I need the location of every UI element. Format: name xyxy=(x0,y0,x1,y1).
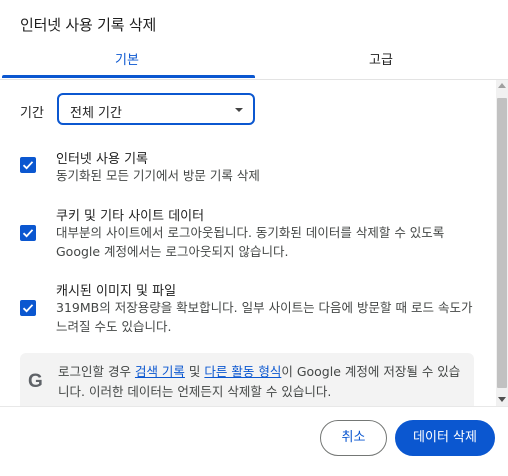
other-activity-link[interactable]: 다른 활동 형식 xyxy=(204,364,281,379)
option-description: 대부분의 사이트에서 로그아웃됩니다. 동기화된 데이터를 삭제할 수 있도록 … xyxy=(56,225,445,259)
option-title: 쿠키 및 기타 사이트 데이터 xyxy=(56,209,205,224)
option-cookies: 쿠키 및 기타 사이트 데이터 대부분의 사이트에서 로그아웃됩니다. 동기화된… xyxy=(20,205,490,265)
checkmark-icon xyxy=(22,229,34,238)
option-title: 인터넷 사용 기록 xyxy=(56,152,148,167)
tab-advanced[interactable]: 고급 xyxy=(254,44,508,79)
google-icon: G xyxy=(28,371,43,392)
time-range-value: 전체 기간 xyxy=(70,106,122,121)
time-range-label: 기간 xyxy=(20,106,44,121)
scrollbar-thumb[interactable] xyxy=(497,98,507,388)
cache-checkbox[interactable] xyxy=(20,300,36,316)
search-history-link[interactable]: 검색 기록 xyxy=(135,364,185,379)
tab-basic[interactable]: 기본 xyxy=(0,44,254,79)
clear-data-button[interactable]: 데이터 삭제 xyxy=(395,420,495,456)
option-title: 캐시된 이미지 및 파일 xyxy=(56,284,177,299)
tab-selected-indicator xyxy=(2,75,255,78)
tab-bar: 기본 고급 xyxy=(0,44,508,80)
checkmark-icon xyxy=(22,304,34,313)
cookies-checkbox[interactable] xyxy=(20,225,36,241)
clear-browsing-data-dialog: 인터넷 사용 기록 삭제 기본 고급 기간 전체 기간 인터넷 사용 기록 동기… xyxy=(0,0,508,476)
scroll-up-icon[interactable] xyxy=(498,83,506,88)
info-prefix: 로그인할 경우 xyxy=(58,364,135,379)
google-account-info: G 로그인할 경우 검색 기록 및 다른 활동 형식이 Google 계정에 저… xyxy=(20,353,474,413)
option-description: 319MB의 저장용량을 확보합니다. 일부 사이트는 다음에 방문할 때 로드… xyxy=(56,300,473,334)
info-middle: 및 xyxy=(184,364,205,379)
dialog-title: 인터넷 사용 기록 삭제 xyxy=(20,16,157,34)
scrollbar[interactable] xyxy=(496,80,508,406)
info-text: 로그인할 경우 검색 기록 및 다른 활동 형식이 Google 계정에 저장될… xyxy=(58,362,468,402)
option-description: 동기화된 모든 기기에서 방문 기록 삭제 xyxy=(56,168,260,183)
cancel-button[interactable]: 취소 xyxy=(320,420,387,456)
checkmark-icon xyxy=(22,161,34,170)
scroll-down-icon[interactable] xyxy=(498,397,506,402)
option-browsing-history: 인터넷 사용 기록 동기화된 모든 기기에서 방문 기록 삭제 xyxy=(20,148,490,188)
time-range-select[interactable]: 전체 기간 xyxy=(57,93,255,125)
dropdown-caret-icon xyxy=(235,108,243,112)
option-cache: 캐시된 이미지 및 파일 319MB의 저장용량을 확보합니다. 일부 사이트는… xyxy=(20,280,490,340)
browsing-history-checkbox[interactable] xyxy=(20,157,36,173)
